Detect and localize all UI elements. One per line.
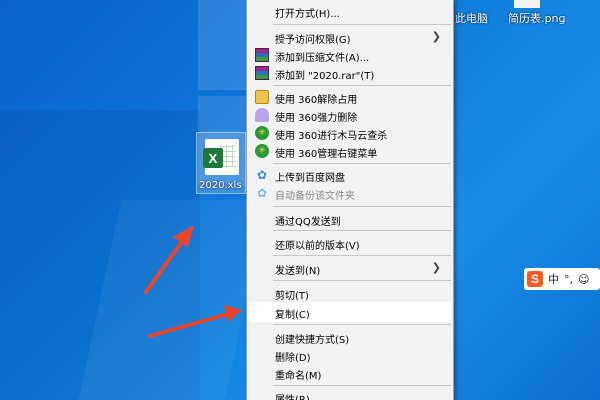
red-arrow-to-file-icon [144, 225, 194, 294]
annotation-arrows [144, 225, 242, 338]
red-arrow-to-copy-item [148, 305, 242, 338]
